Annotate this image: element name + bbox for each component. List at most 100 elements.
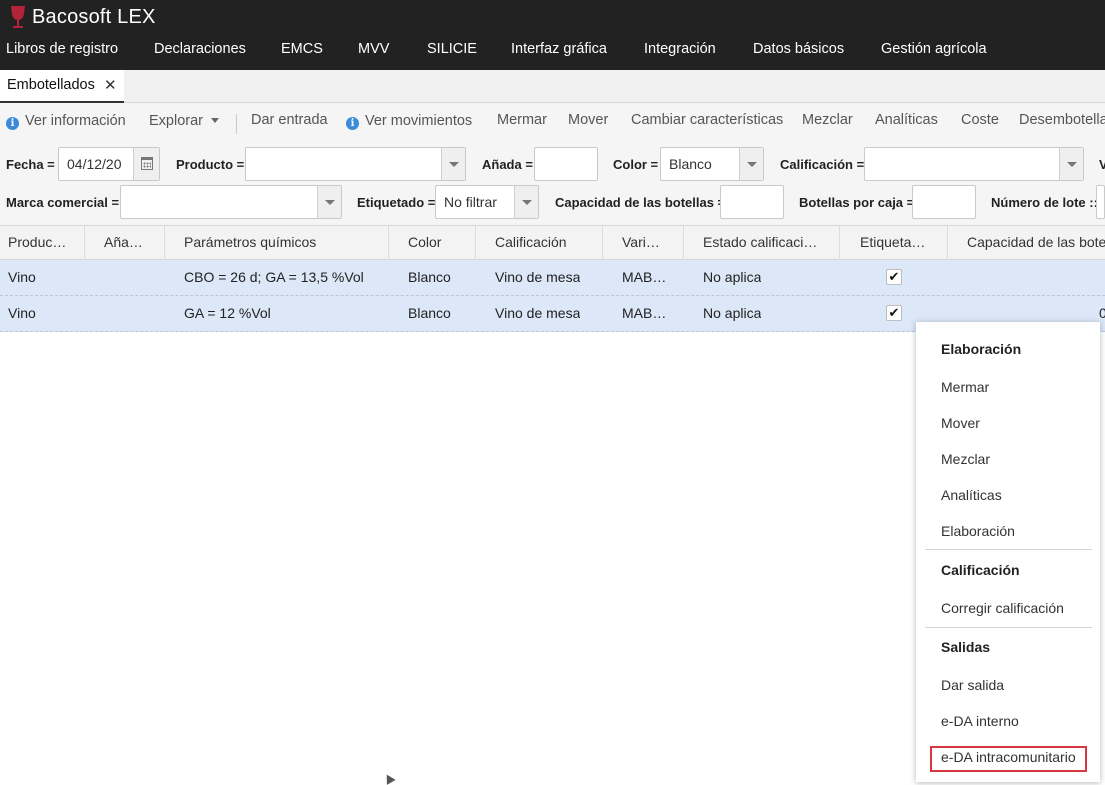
cell-color: Blanco [408, 269, 451, 285]
highlight-box [930, 746, 1087, 772]
producto-select[interactable] [245, 147, 466, 181]
producto-label: Producto = [176, 157, 245, 172]
chevron-down-icon[interactable] [739, 148, 763, 180]
color-select[interactable]: Blanco [660, 147, 764, 181]
menu-integracion[interactable]: Integración [644, 34, 716, 70]
cell-producto: Vino [8, 305, 36, 321]
fecha-field[interactable]: 04/12/20 [58, 147, 160, 181]
menu-gestion-agricola[interactable]: Gestión agrícola [881, 34, 987, 70]
table-row[interactable]: Vino CBO = 26 d; GA = 13,5 %Vol Blanco V… [0, 260, 1105, 296]
chevron-down-icon[interactable] [317, 186, 341, 218]
info-icon: i [6, 117, 19, 130]
context-menu: Elaboración Mermar Mover Mezclar Analíti… [916, 322, 1100, 782]
context-item-dar-salida[interactable]: Dar salida [941, 677, 1004, 693]
menu-datos-basicos[interactable]: Datos básicos [753, 34, 844, 70]
ver-informacion-button[interactable]: i Ver información [6, 113, 126, 133]
mover-button[interactable]: Mover [568, 112, 608, 132]
toolbar-divider [236, 114, 237, 134]
etiquetado-select[interactable]: No filtrar [435, 185, 539, 219]
context-section-calificacion: Calificación [941, 562, 1020, 578]
numero-lote-input[interactable] [1096, 185, 1105, 219]
capacidad-input[interactable] [720, 185, 784, 219]
chevron-down-icon [211, 118, 219, 123]
analiticas-button[interactable]: Analíticas [875, 112, 938, 132]
close-icon[interactable]: ✕ [104, 76, 117, 94]
etiquetado-label: Etiquetado = [357, 195, 436, 210]
etiquetado-checkbox[interactable]: ✔ [886, 305, 902, 321]
marca-comercial-label: Marca comercial = [6, 195, 120, 210]
mouse-cursor-icon [382, 772, 396, 785]
chevron-down-icon[interactable] [514, 186, 538, 218]
marca-comercial-select[interactable] [120, 185, 342, 219]
calendar-icon[interactable] [133, 148, 159, 180]
menu-silicie[interactable]: SILICIE [427, 34, 477, 70]
column-header-etiquetado[interactable]: Etiqueta… [840, 226, 948, 260]
cell-color: Blanco [408, 305, 451, 321]
chevron-down-icon[interactable] [1059, 148, 1083, 180]
desembotellar-button[interactable]: Desembotella [1019, 112, 1105, 132]
fecha-value: 04/12/20 [67, 156, 122, 172]
color-value: Blanco [669, 156, 712, 172]
menu-declaraciones[interactable]: Declaraciones [154, 34, 246, 70]
context-item-eda-interno[interactable]: e-DA interno [941, 713, 1019, 729]
mezclar-button[interactable]: Mezclar [802, 112, 853, 132]
cell-parametros: GA = 12 %Vol [184, 305, 271, 321]
column-header-color[interactable]: Color [389, 226, 476, 260]
toolbar: i Ver información Explorar Dar entrada iV… [0, 103, 1105, 141]
cell-estado: No aplica [703, 269, 762, 285]
title-bar: Bacosoft LEX [0, 0, 1105, 34]
ver-informacion-label: Ver información [25, 113, 126, 129]
cell-variedad: MAB… [622, 305, 667, 321]
cambiar-caracteristicas-button[interactable]: Cambiar características [631, 112, 783, 132]
column-header-estado-calificacion[interactable]: Estado calificaci… [684, 226, 840, 260]
context-item-mermar[interactable]: Mermar [941, 379, 989, 395]
botellas-por-caja-input[interactable] [912, 185, 976, 219]
calificacion-select[interactable] [864, 147, 1084, 181]
capacidad-label: Capacidad de las botellas = [555, 195, 726, 210]
filter-panel: Fecha = 04/12/20 Producto = Añada = Colo… [0, 141, 1105, 226]
column-header-anada[interactable]: Aña… [85, 226, 165, 260]
context-item-corregir-calificacion[interactable]: Corregir calificación [941, 600, 1064, 616]
menu-mvv[interactable]: MVV [358, 34, 389, 70]
etiquetado-checkbox[interactable]: ✔ [886, 269, 902, 285]
etiquetado-value: No filtrar [444, 194, 497, 210]
column-header-variedad[interactable]: Vari… [603, 226, 684, 260]
context-section-elaboracion: Elaboración [941, 341, 1022, 357]
botellas-por-caja-label: Botellas por caja = [799, 195, 915, 210]
cell-calificacion: Vino de mesa [495, 269, 581, 285]
truncated-label: V [1099, 157, 1105, 172]
context-item-mover[interactable]: Mover [941, 415, 980, 431]
column-header-producto[interactable]: Produc… [0, 226, 85, 260]
color-label: Color = [613, 157, 659, 172]
coste-button[interactable]: Coste [961, 112, 999, 132]
menu-divider [925, 627, 1092, 628]
context-item-elaboracion[interactable]: Elaboración [941, 523, 1015, 539]
tab-embotellados[interactable]: Embotellados ✕ [0, 70, 124, 103]
dar-entrada-button[interactable]: Dar entrada [251, 112, 328, 132]
cell-calificacion: Vino de mesa [495, 305, 581, 321]
anada-input[interactable] [534, 147, 598, 181]
context-item-analiticas[interactable]: Analíticas [941, 487, 1002, 503]
column-header-capacidad[interactable]: Capacidad de las bote [948, 226, 1105, 260]
tab-label: Embotellados [7, 77, 95, 93]
column-header-parametros-quimicos[interactable]: Parámetros químicos [165, 226, 389, 260]
grid-header: Produc… Aña… Parámetros químicos Color C… [0, 226, 1105, 260]
tab-strip: Embotellados ✕ [0, 70, 1105, 103]
cell-parametros: CBO = 26 d; GA = 13,5 %Vol [184, 269, 364, 285]
mermar-button[interactable]: Mermar [497, 112, 547, 132]
cell-estado: No aplica [703, 305, 762, 321]
column-header-calificacion[interactable]: Calificación [476, 226, 603, 260]
context-section-salidas: Salidas [941, 639, 991, 655]
menu-libros-registro[interactable]: Libros de registro [6, 34, 118, 70]
cell-variedad: MAB… [622, 269, 667, 285]
ver-movimientos-label: Ver movimientos [365, 113, 473, 129]
chevron-down-icon[interactable] [441, 148, 465, 180]
explorar-label: Explorar [149, 113, 203, 129]
menu-divider [925, 549, 1092, 550]
context-item-mezclar[interactable]: Mezclar [941, 451, 990, 467]
ver-movimientos-button[interactable]: i Ver movimientos [346, 113, 472, 133]
menu-interfaz-grafica[interactable]: Interfaz gráfica [511, 34, 607, 70]
explorar-dropdown[interactable]: Explorar [149, 113, 219, 133]
menu-emcs[interactable]: EMCS [281, 34, 323, 70]
info-icon: i [346, 117, 359, 130]
